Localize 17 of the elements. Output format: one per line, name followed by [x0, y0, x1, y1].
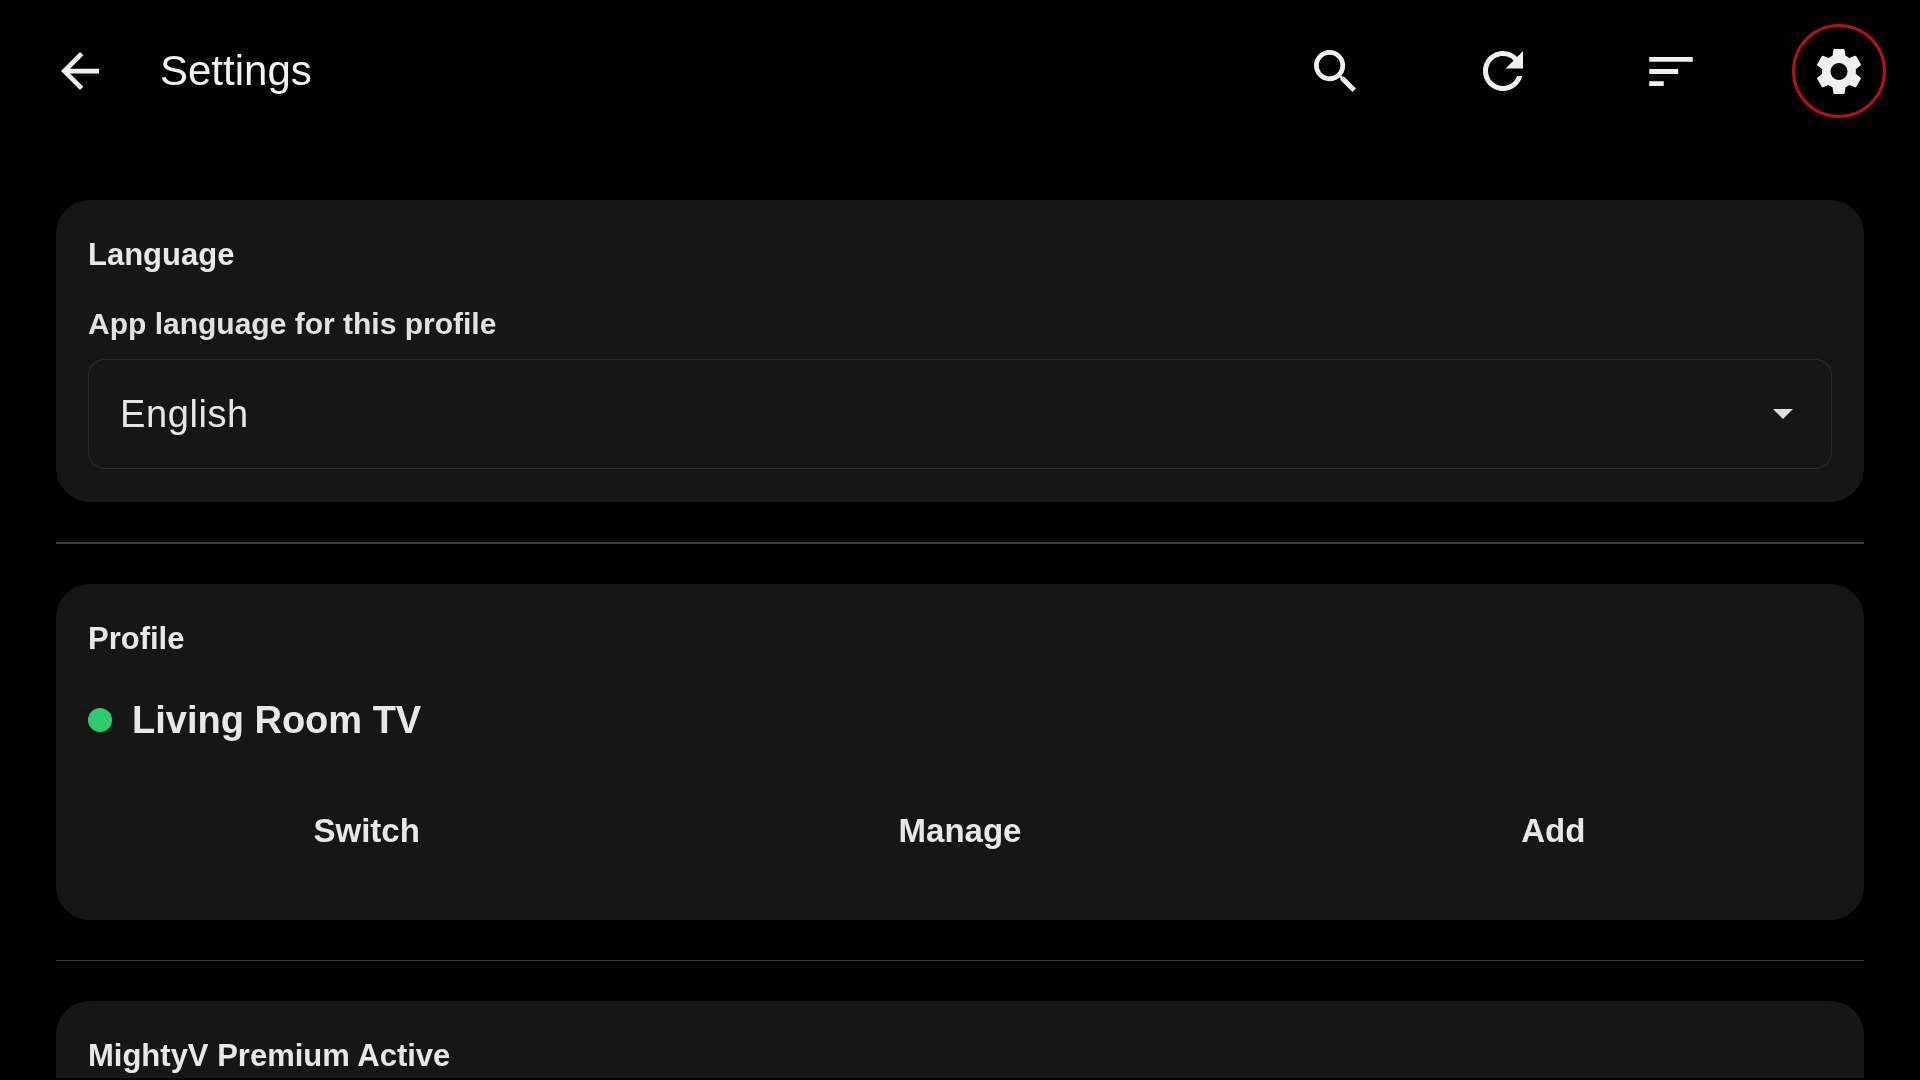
profile-action-button[interactable]: Switch — [285, 795, 448, 866]
caret-down-icon — [1773, 409, 1793, 419]
search-icon — [1314, 50, 1356, 92]
language-dropdown[interactable]: English — [88, 359, 1832, 469]
sort-icon — [1649, 56, 1693, 86]
back-arrow-icon — [61, 52, 99, 90]
profile-action-button[interactable]: Manage — [870, 795, 1050, 866]
settings-button[interactable] — [1792, 24, 1886, 118]
card-title: Profile — [88, 619, 185, 658]
card-title: Language — [88, 236, 235, 274]
refresh-icon — [1483, 51, 1523, 91]
profile-action-button[interactable]: Add — [1493, 795, 1614, 866]
settings-icon — [1817, 47, 1861, 95]
page-title: Settings — [160, 46, 312, 96]
profile-name: Living Room TV — [132, 697, 422, 743]
field-label: App language for this profile — [88, 306, 497, 342]
card-title: MightyV Premium Active — [88, 1037, 451, 1075]
